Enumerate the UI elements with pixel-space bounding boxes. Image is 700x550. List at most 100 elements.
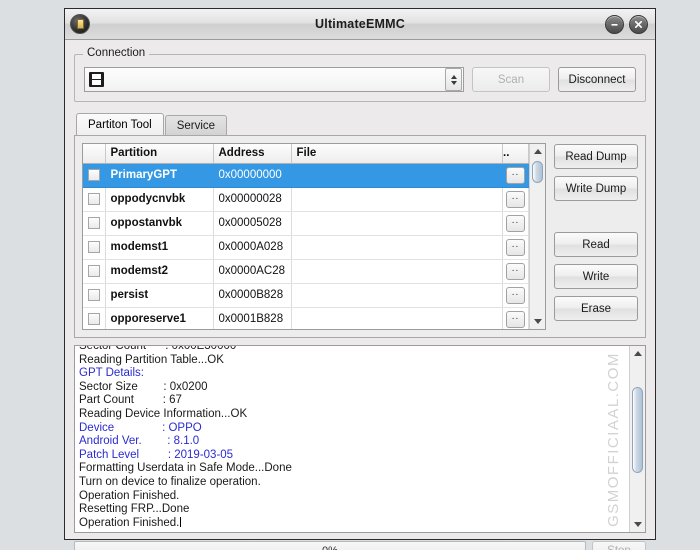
write-dump-button[interactable]: Write Dump bbox=[554, 176, 638, 201]
text-caret bbox=[180, 516, 182, 527]
row-address: 0x0000B828 bbox=[213, 283, 292, 308]
connection-group: Connection Scan Disconnect bbox=[74, 47, 646, 102]
log-scrollbar[interactable] bbox=[629, 346, 645, 533]
disconnect-button[interactable]: Disconnect bbox=[558, 67, 636, 92]
window-title: UltimateEMMC bbox=[315, 17, 405, 31]
memory-card-icon bbox=[89, 72, 104, 87]
row-file bbox=[291, 283, 503, 308]
row-partition: opporeserve1 bbox=[105, 307, 214, 329]
log-line: Operation Finished. bbox=[79, 489, 180, 502]
tab-partition-tool[interactable]: Partiton Tool bbox=[76, 113, 164, 136]
status-bar: 0% Stop bbox=[74, 539, 646, 550]
row-checkbox[interactable] bbox=[88, 216, 100, 229]
log-line: Resetting FRP...Done bbox=[79, 503, 190, 516]
emmc-chip-icon bbox=[70, 14, 90, 34]
row-address: 0x00000000 bbox=[213, 163, 292, 188]
row-partition: persist bbox=[105, 283, 214, 308]
row-partition: PrimaryGPT bbox=[105, 163, 214, 188]
row-address: 0x0001B828 bbox=[213, 307, 292, 329]
row-browse-button[interactable]: .. bbox=[506, 190, 525, 208]
log-line: Turn on device to finalize operation. bbox=[79, 475, 261, 488]
row-browse-button[interactable]: .. bbox=[506, 166, 525, 184]
table-row[interactable]: oppostanvbk 0x00005028 .. bbox=[83, 211, 529, 236]
table-row[interactable]: oppodycnvbk 0x00000028 .. bbox=[83, 187, 529, 212]
title-bar: UltimateEMMC bbox=[65, 9, 655, 40]
tab-service[interactable]: Service bbox=[164, 115, 228, 136]
header-address[interactable]: Address bbox=[213, 144, 292, 164]
desktop-background: UltimateEMMC Connection Scan Disconnect … bbox=[0, 0, 700, 550]
table-row[interactable]: PrimaryGPT 0x00000000 .. bbox=[83, 163, 529, 188]
partition-tool-panel: Partition Address File .. PrimaryGPT 0x0… bbox=[74, 135, 646, 338]
header-checkbox[interactable] bbox=[83, 144, 106, 164]
scrollbar-track[interactable] bbox=[530, 159, 545, 314]
log-line: Reading Partition Table...OK bbox=[79, 353, 224, 366]
row-partition: modemst2 bbox=[105, 259, 214, 284]
tab-strip: Partiton Tool Service bbox=[74, 113, 646, 136]
minimize-icon[interactable] bbox=[605, 14, 624, 34]
stop-button[interactable]: Stop bbox=[592, 540, 646, 550]
row-partition: oppodycnvbk bbox=[105, 187, 214, 212]
scroll-up-icon[interactable] bbox=[530, 144, 545, 159]
table-row[interactable]: persist 0x0000B828 .. bbox=[83, 283, 529, 308]
close-icon[interactable] bbox=[629, 14, 648, 34]
log-output-panel[interactable]: Sector Count : 0x00E30000 Reading Partit… bbox=[74, 345, 646, 534]
log-text: Sector Count : 0x00E30000 Reading Partit… bbox=[75, 346, 629, 532]
read-button[interactable]: Read bbox=[554, 232, 638, 257]
scan-button[interactable]: Scan bbox=[472, 67, 550, 92]
table-row[interactable]: modemst1 0x0000A028 .. bbox=[83, 235, 529, 260]
row-address: 0x00005028 bbox=[213, 211, 292, 236]
partition-table-scrollbar[interactable] bbox=[529, 144, 545, 329]
log-line: Sector Count : 0x00E30000 bbox=[79, 346, 237, 352]
log-line: Reading Device Information...OK bbox=[79, 407, 248, 420]
log-line: Sector Size : 0x0200 bbox=[79, 380, 208, 393]
log-line: Operation Finished. bbox=[79, 516, 180, 529]
write-button[interactable]: Write bbox=[554, 264, 638, 289]
device-select[interactable] bbox=[84, 67, 464, 92]
log-line: Android Ver. : 8.1.0 bbox=[79, 435, 200, 448]
row-browse-button[interactable]: .. bbox=[506, 238, 525, 256]
window-client-area: Connection Scan Disconnect Partiton Tool bbox=[65, 40, 655, 550]
log-line: Device : OPPO bbox=[79, 421, 202, 434]
table-row[interactable]: modemst2 0x0000AC28 .. bbox=[83, 259, 529, 284]
log-line: Part Count : 67 bbox=[79, 394, 182, 407]
log-line: Formatting Userdata in Safe Mode...Done bbox=[79, 462, 292, 475]
progress-bar: 0% bbox=[74, 541, 586, 550]
table-row[interactable]: opporeserve1 0x0001B828 .. bbox=[83, 307, 529, 329]
progress-percent: 0% bbox=[322, 545, 338, 550]
row-browse-button[interactable]: .. bbox=[506, 262, 525, 280]
row-checkbox[interactable] bbox=[88, 288, 100, 301]
scroll-down-icon[interactable] bbox=[630, 517, 645, 532]
row-partition: oppostanvbk bbox=[105, 211, 214, 236]
read-dump-button[interactable]: Read Dump bbox=[554, 144, 638, 169]
row-partition: modemst1 bbox=[105, 235, 214, 260]
log-line: Patch Level : 2019-03-05 bbox=[79, 448, 234, 461]
erase-button[interactable]: Erase bbox=[554, 296, 638, 321]
row-checkbox[interactable] bbox=[88, 312, 100, 325]
scrollbar-thumb[interactable] bbox=[632, 387, 643, 473]
row-browse-button[interactable]: .. bbox=[506, 286, 525, 304]
row-browse-button[interactable]: .. bbox=[506, 214, 525, 232]
row-address: 0x00000028 bbox=[213, 187, 292, 212]
scrollbar-track[interactable] bbox=[630, 361, 645, 517]
scrollbar-thumb[interactable] bbox=[532, 161, 543, 183]
header-file[interactable]: File bbox=[291, 144, 503, 164]
row-address: 0x0000A028 bbox=[213, 235, 292, 260]
partition-table: Partition Address File .. PrimaryGPT 0x0… bbox=[83, 144, 529, 329]
scroll-up-icon[interactable] bbox=[630, 346, 645, 361]
row-checkbox[interactable] bbox=[88, 264, 100, 277]
application-window: UltimateEMMC Connection Scan Disconnect … bbox=[64, 8, 656, 550]
row-file bbox=[291, 187, 503, 212]
device-select-spinner[interactable] bbox=[445, 68, 462, 91]
row-browse-button[interactable]: .. bbox=[506, 310, 525, 328]
row-checkbox[interactable] bbox=[88, 192, 100, 205]
header-partition[interactable]: Partition bbox=[105, 144, 214, 164]
partition-table-container: Partition Address File .. PrimaryGPT 0x0… bbox=[82, 143, 546, 330]
window-controls bbox=[605, 14, 648, 34]
row-checkbox[interactable] bbox=[88, 168, 100, 181]
header-browse[interactable]: .. bbox=[502, 144, 529, 164]
row-file bbox=[291, 235, 503, 260]
row-checkbox[interactable] bbox=[88, 240, 100, 253]
row-file bbox=[291, 307, 503, 329]
scroll-down-icon[interactable] bbox=[530, 314, 545, 329]
row-file bbox=[291, 163, 503, 188]
